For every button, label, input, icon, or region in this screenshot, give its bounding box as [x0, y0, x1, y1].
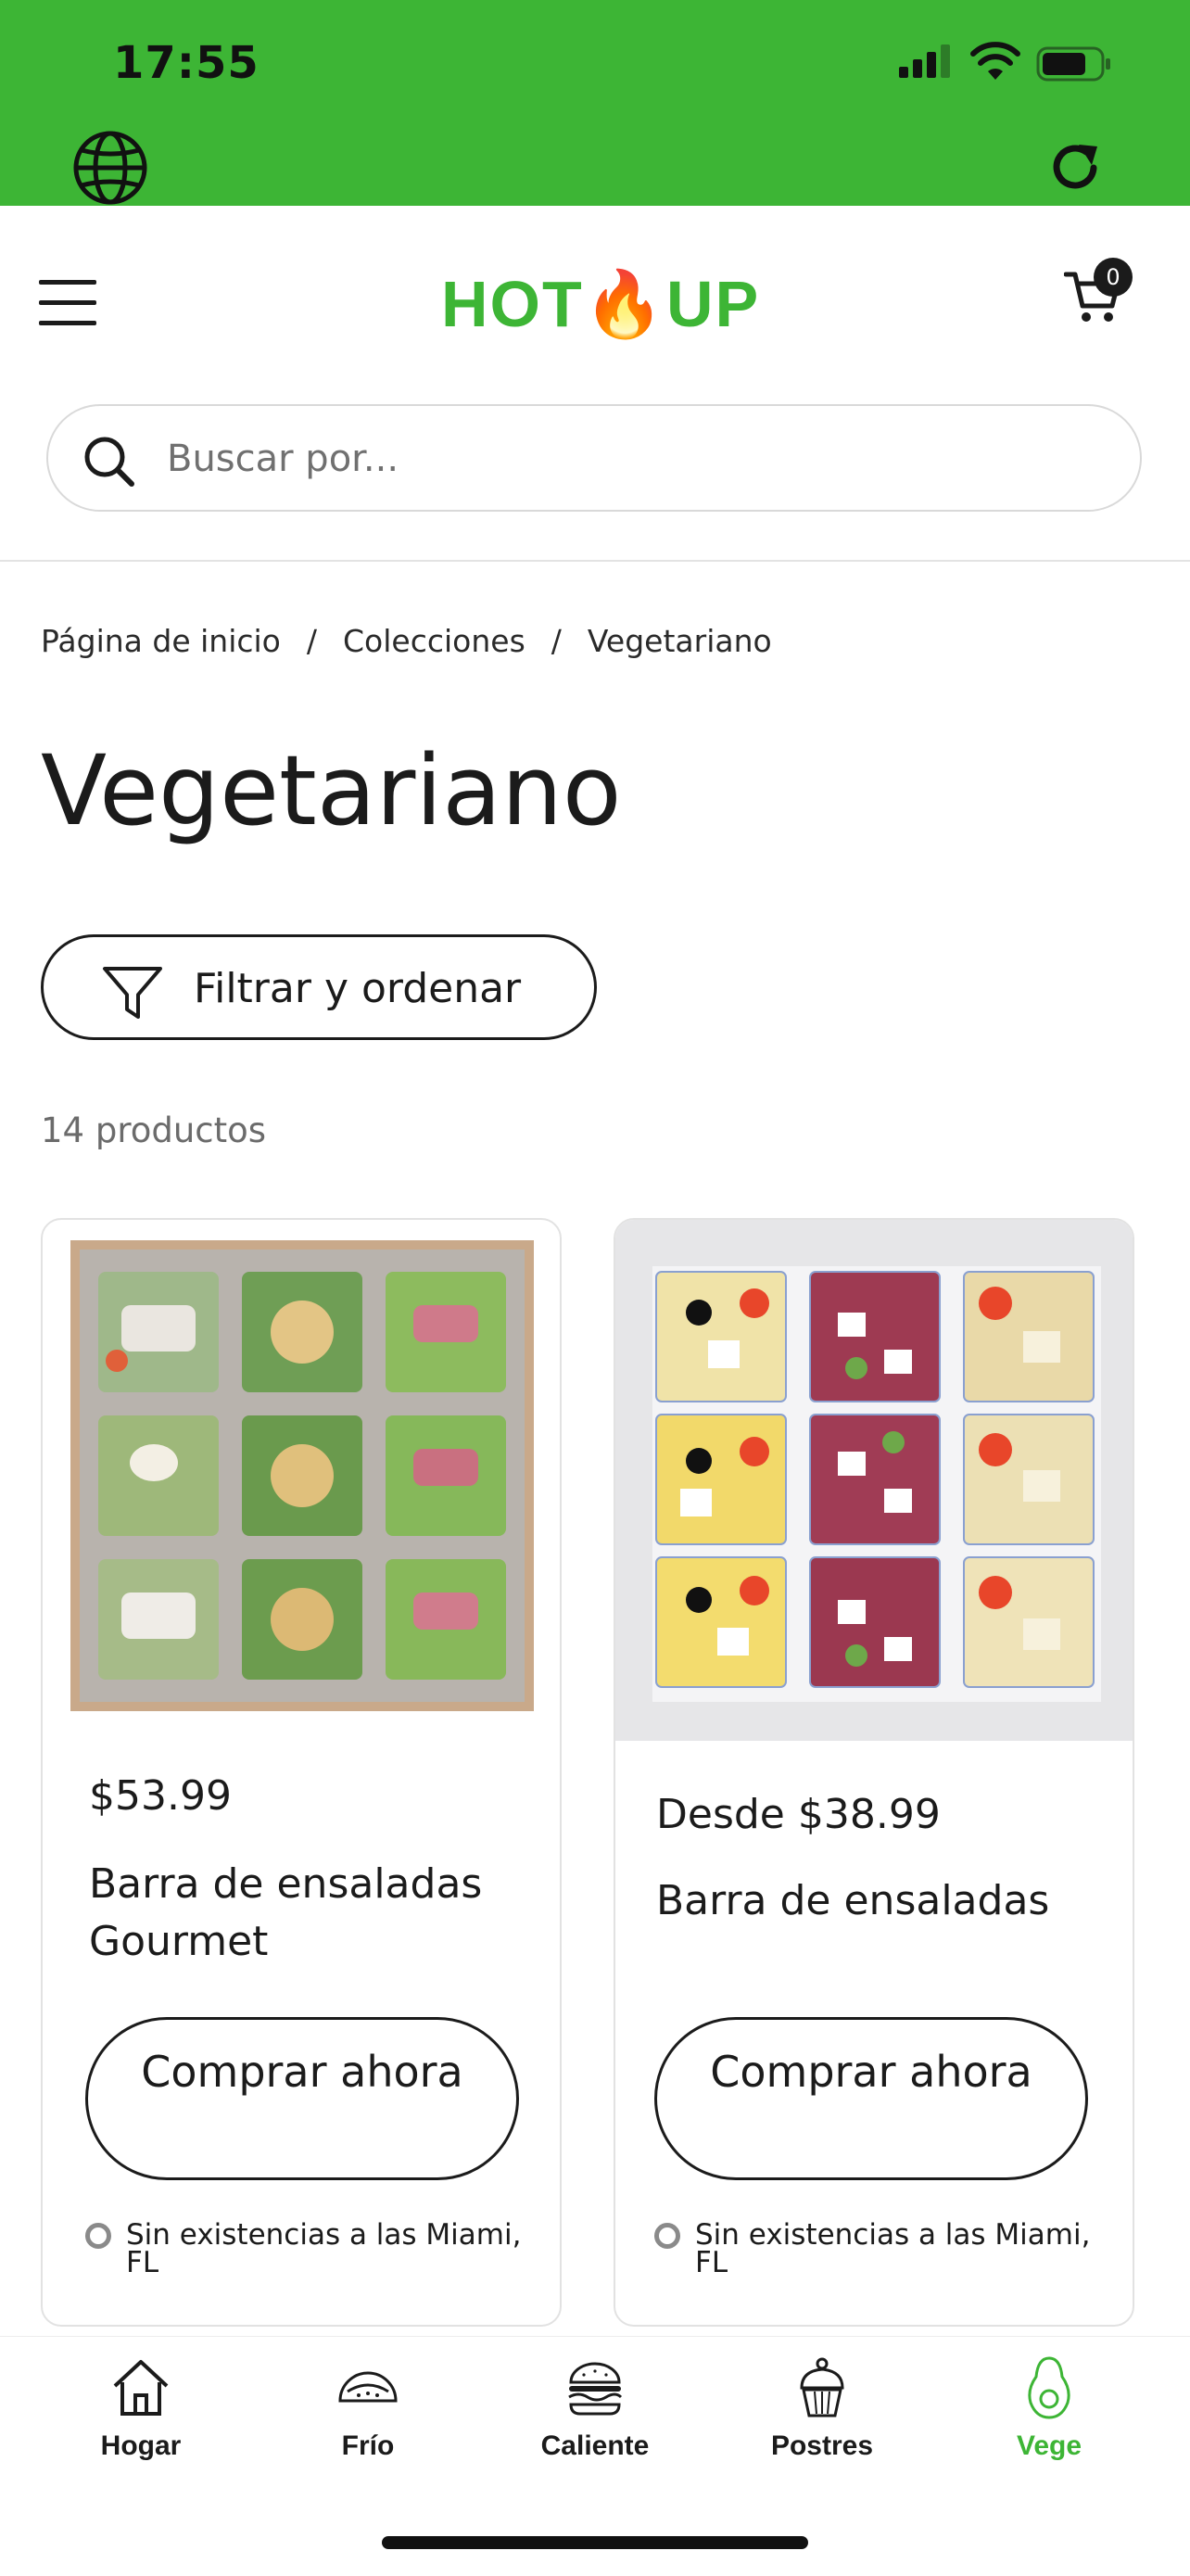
refresh-icon[interactable]: [1045, 137, 1107, 198]
tab-vege[interactable]: Vege: [956, 2354, 1142, 2462]
product-price: $53.99: [89, 1772, 232, 1820]
stock-status-icon: [85, 2223, 111, 2249]
product-price: Desde $38.99: [656, 1791, 941, 1838]
buy-now-button[interactable]: Comprar ahora: [85, 2017, 519, 2180]
avocado-icon: [1028, 2356, 1070, 2419]
tab-hot[interactable]: Caliente: [502, 2354, 688, 2462]
product-card[interactable]: Desde $38.99 Barra de ensaladas Comprar …: [614, 1218, 1134, 2327]
burger-icon: [568, 2362, 623, 2416]
cupcake-icon: [800, 2357, 844, 2417]
breadcrumb-home[interactable]: Página de inicio: [41, 623, 281, 659]
page-title: Vegetariano: [41, 734, 622, 847]
header-divider: [0, 560, 1190, 562]
tab-desserts[interactable]: Postres: [729, 2354, 915, 2462]
battery-icon: [1036, 46, 1110, 82]
tab-cold[interactable]: Frío: [275, 2354, 461, 2462]
product-card[interactable]: $53.99 Barra de ensaladas Gourmet Compra…: [41, 1218, 562, 2327]
globe-icon[interactable]: [72, 130, 148, 206]
stock-status: Sin existencias a las Miami, FL: [695, 2218, 1091, 2279]
home-indicator: [382, 2536, 808, 2549]
breadcrumb: Página de inicio / Colecciones / Vegetariano: [41, 623, 772, 659]
cart-count-badge: 0: [1094, 258, 1133, 297]
search-bar[interactable]: Buscar por...: [46, 404, 1142, 512]
home-icon: [113, 2360, 169, 2416]
cellular-signal-icon: [899, 44, 950, 78]
product-name[interactable]: Barra de ensaladas: [656, 1872, 1101, 1930]
breadcrumb-collections[interactable]: Colecciones: [343, 623, 525, 659]
status-bar: 17:55: [0, 0, 1190, 206]
status-time: 17:55: [113, 37, 260, 89]
filter-sort-button[interactable]: Filtrar y ordenar: [41, 934, 597, 1040]
taco-icon: [338, 2371, 398, 2403]
product-image-salad-bar[interactable]: [615, 1220, 1134, 1741]
hotup-logo[interactable]: HOT🔥UP: [441, 267, 760, 343]
stock-status-icon: [654, 2223, 680, 2249]
product-name[interactable]: Barra de ensaladas Gourmet: [89, 1856, 534, 1971]
filter-icon: [103, 967, 162, 1019]
tab-home[interactable]: Hogar: [48, 2354, 234, 2462]
menu-icon[interactable]: [39, 278, 96, 330]
product-count: 14 productos: [41, 1110, 267, 1150]
search-input[interactable]: Buscar por...: [167, 438, 399, 480]
product-image-gourmet-salad[interactable]: [70, 1240, 534, 1711]
breadcrumb-current: Vegetariano: [587, 623, 772, 659]
wifi-icon: [970, 42, 1020, 80]
search-icon: [84, 437, 134, 487]
buy-now-button[interactable]: Comprar ahora: [654, 2017, 1088, 2180]
stock-status: Sin existencias a las Miami, FL: [126, 2218, 522, 2279]
flame-icon: 🔥: [583, 268, 666, 340]
filter-sort-label: Filtrar y ordenar: [194, 965, 522, 1012]
